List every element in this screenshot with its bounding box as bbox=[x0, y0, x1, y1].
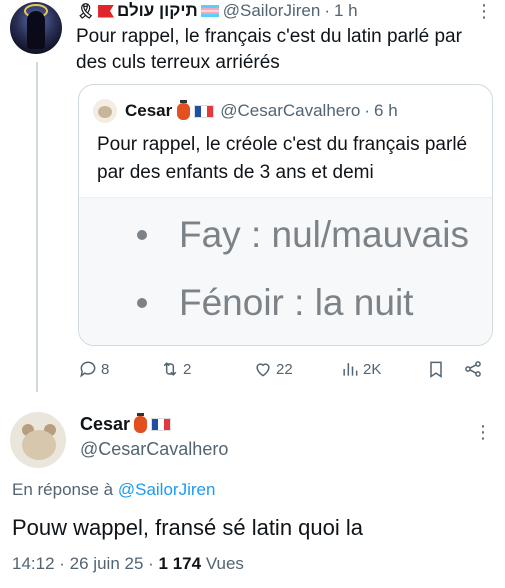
main-tweet-text: Pouw wappel, fransé sé latin quoi la bbox=[12, 515, 363, 540]
lantern-icon bbox=[177, 99, 191, 120]
france-flag-icon bbox=[194, 104, 215, 118]
like-button[interactable]: 22 bbox=[253, 357, 293, 381]
avatar-figure bbox=[27, 11, 45, 49]
views-button[interactable]: 2K bbox=[340, 357, 381, 381]
france-flag-icon bbox=[151, 418, 172, 431]
views-chart-icon bbox=[343, 363, 358, 376]
quoted-tweet-card[interactable]: Cesar @CesarCavalhero · 6 h Pour rappel,… bbox=[78, 84, 493, 346]
tweet-header: 🎗 תיקון עולם @SailorJiren · 1 h bbox=[76, 0, 358, 22]
quoted-handle: @CesarCavalhero bbox=[220, 101, 361, 120]
bullet-icon bbox=[137, 298, 147, 308]
more-options-icon[interactable]: ⋮ bbox=[473, 0, 495, 22]
views-label: Vues bbox=[205, 554, 244, 573]
avatar-body bbox=[22, 430, 56, 460]
main-handle[interactable]: @CesarCavalhero bbox=[80, 439, 228, 460]
bullet-icon bbox=[137, 230, 147, 240]
tweet-date[interactable]: 26 juin 25 bbox=[70, 554, 144, 573]
quoted-avatar bbox=[93, 99, 117, 123]
tweet-meta: 14:12 · 26 juin 25 · 1 174 Vues bbox=[12, 554, 244, 573]
views-total: 1 174 bbox=[158, 554, 202, 573]
separator-dot: · bbox=[364, 101, 371, 120]
quoted-tweet-header: Cesar @CesarCavalhero · 6 h bbox=[125, 99, 398, 123]
share-icon bbox=[465, 361, 481, 377]
quoted-timestamp: 6 h bbox=[374, 101, 398, 120]
reply-button[interactable]: 8 bbox=[78, 357, 109, 381]
tweet-text: Pour rappel, le français c'est du latin … bbox=[76, 26, 462, 73]
like-count: 22 bbox=[276, 360, 293, 378]
red-flag-icon bbox=[98, 4, 115, 18]
lantern-icon bbox=[134, 413, 148, 433]
media-list-item: Fénoir : la nuit bbox=[137, 282, 413, 324]
quoted-display-name: Cesar bbox=[125, 101, 173, 120]
views-count: 2K bbox=[363, 360, 382, 378]
heart-icon bbox=[256, 363, 270, 377]
retweet-icon bbox=[163, 362, 177, 376]
quoted-tweet-text: Pour rappel, le créole c'est du français… bbox=[97, 134, 468, 183]
tweet-time[interactable]: 14:12 bbox=[12, 554, 55, 573]
thread-connector-line bbox=[36, 62, 38, 392]
reply-icon bbox=[80, 361, 96, 378]
more-options-icon[interactable]: ⋮ bbox=[472, 421, 494, 443]
bookmark-button[interactable] bbox=[426, 357, 446, 381]
transgender-flag-icon bbox=[200, 5, 219, 17]
handle[interactable]: @SailorJiren bbox=[223, 1, 321, 21]
main-display-name[interactable]: Cesar bbox=[80, 413, 172, 435]
display-name[interactable]: 🎗 תיקון עולם bbox=[76, 1, 219, 21]
replying-to-link[interactable]: @SailorJiren bbox=[118, 480, 216, 499]
replying-to: En réponse à @SailorJiren bbox=[12, 480, 216, 499]
media-list-item: Fay : nul/mauvais bbox=[137, 214, 469, 256]
bookmark-icon bbox=[430, 361, 442, 378]
quoted-media-image[interactable]: Fay : nul/mauvais Fénoir : la nuit bbox=[79, 197, 492, 345]
retweet-button[interactable]: 2 bbox=[160, 357, 191, 381]
reply-count: 8 bbox=[101, 360, 110, 378]
main-avatar[interactable] bbox=[10, 412, 66, 468]
share-button[interactable] bbox=[463, 357, 483, 381]
retweet-count: 2 bbox=[183, 360, 192, 378]
separator-dot: · bbox=[324, 1, 330, 20]
ribbon-icon: 🎗 bbox=[76, 3, 96, 20]
avatar[interactable] bbox=[10, 2, 62, 54]
timestamp[interactable]: 1 h bbox=[334, 1, 358, 21]
tweet-actions-bar: 8 2 22 2K bbox=[78, 357, 493, 381]
